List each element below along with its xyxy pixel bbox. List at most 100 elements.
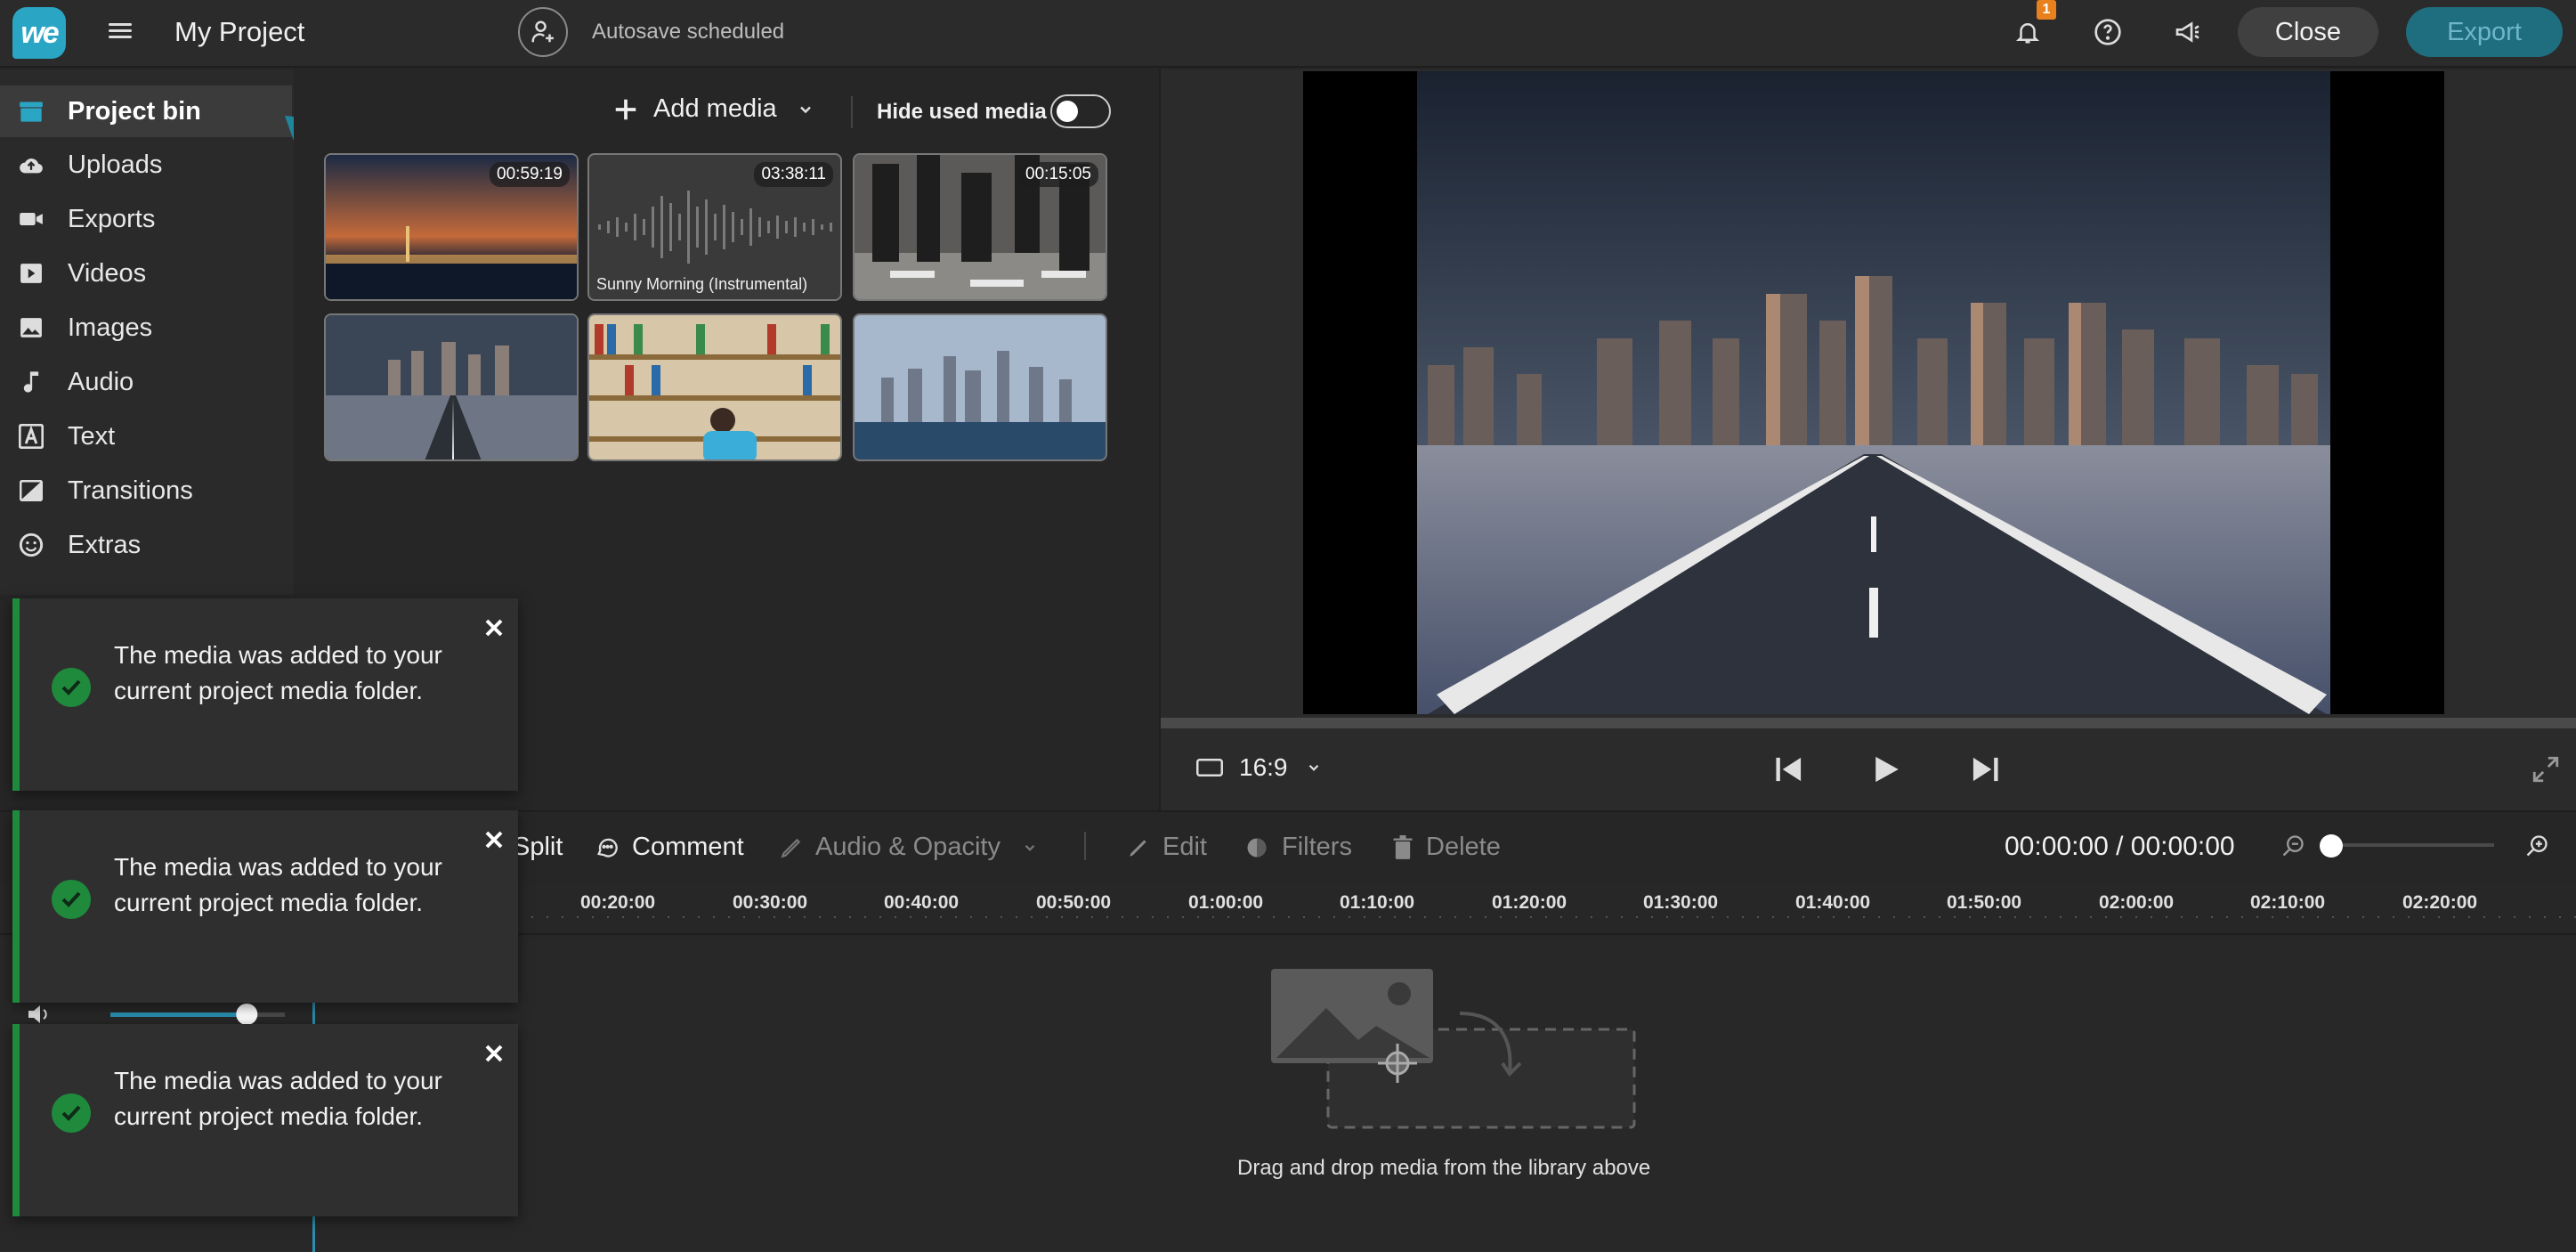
edit-button[interactable]: Edit <box>1127 833 1207 862</box>
app-logo[interactable]: we <box>12 7 66 59</box>
volume-slider <box>28 1004 297 1025</box>
pencil-icon <box>780 836 803 859</box>
add-media-button[interactable]: Add media <box>612 94 814 124</box>
skip-back-button[interactable] <box>1770 752 1809 787</box>
drop-hint-text: Drag and drop media from the library abo… <box>1237 1156 1651 1180</box>
edit-icon <box>1127 836 1150 859</box>
play-button[interactable] <box>1867 752 1907 787</box>
toast-message: The media was added to your current proj… <box>114 641 442 704</box>
ruler-tick-label: 00:20:00 <box>580 892 656 913</box>
skip-back-icon <box>1776 757 1802 782</box>
zoom-slider-handle[interactable] <box>2320 834 2343 858</box>
chevron-down-icon <box>1308 764 1318 771</box>
divider <box>851 96 853 128</box>
zoom-out-button[interactable] <box>2277 830 2309 862</box>
fullscreen-button[interactable] <box>2526 752 2565 787</box>
close-icon <box>485 619 503 637</box>
preview-progress-bar[interactable] <box>1161 718 2576 728</box>
notifications-button[interactable] <box>2012 16 2044 48</box>
top-bar: we My Project Autosave scheduled 1 Close… <box>0 0 2576 68</box>
skip-forward-button[interactable] <box>1965 752 2005 787</box>
media-thumbnail-skyline[interactable] <box>853 313 1107 461</box>
check-circle-icon <box>52 668 91 707</box>
ruler-tick-label: 01:40:00 <box>1795 892 1871 913</box>
cloud-upload-icon <box>18 151 45 178</box>
ruler-tick-label: 01:50:00 <box>1947 892 2022 913</box>
media-thumbnail-road-city[interactable] <box>324 313 579 461</box>
play-icon <box>1875 756 1899 783</box>
sidebar-item-audio[interactable]: Audio <box>0 356 292 408</box>
zoom-slider-track[interactable] <box>2329 843 2494 847</box>
sidebar-item-extras[interactable]: Extras <box>0 519 292 571</box>
toast-message: The media was added to your current proj… <box>114 853 442 916</box>
play-square-icon <box>18 260 45 287</box>
media-thumbnail-library[interactable] <box>587 313 842 461</box>
megaphone-icon <box>2175 21 2199 43</box>
skyline-image <box>855 315 1106 459</box>
close-icon <box>485 1045 503 1062</box>
media-thumbnail-crowd[interactable]: 00:15:05 <box>853 153 1107 301</box>
toast-close-button[interactable] <box>481 614 507 641</box>
zoom-out-icon <box>2282 835 2304 857</box>
text-icon <box>18 423 45 450</box>
media-thumbnail-audio[interactable]: 03:38:11 Sunny Morning (Instrumental) <box>587 153 842 301</box>
sidebar-item-text[interactable]: Text <box>0 411 292 462</box>
filters-icon <box>1244 835 1269 860</box>
bell-icon <box>2015 23 2040 44</box>
add-user-icon <box>531 20 554 43</box>
delete-button[interactable]: Delete <box>1392 833 1501 862</box>
media-thumbnail-city-night[interactable]: 00:59:19 <box>324 153 579 301</box>
help-button[interactable] <box>2092 16 2124 48</box>
media-duration: 00:59:19 <box>490 162 570 187</box>
media-duration: 03:38:11 <box>754 162 833 187</box>
preview-frame-image <box>1417 71 2330 714</box>
sidebar-item-project-bin[interactable]: Project bin <box>0 85 292 137</box>
invite-collaborator-button[interactable] <box>518 7 568 57</box>
ruler-tick-label: 02:00:00 <box>2099 892 2175 913</box>
ruler-tick-label: 00:40:00 <box>884 892 960 913</box>
skip-forward-icon <box>1973 757 1998 782</box>
aspect-ratio-selector[interactable]: 16:9 <box>1196 753 1322 782</box>
toast-close-button[interactable] <box>481 1040 507 1067</box>
project-title[interactable]: My Project <box>174 16 304 48</box>
ruler-tick-label: 02:10:00 <box>2250 892 2326 913</box>
success-toast: The media was added to your current proj… <box>12 1024 518 1216</box>
announcements-button[interactable] <box>2172 16 2204 48</box>
zoom-in-button[interactable] <box>2521 830 2553 862</box>
split-button[interactable]: Split <box>513 833 563 862</box>
chevron-down-icon <box>1025 844 1035 851</box>
export-button[interactable]: Export <box>2406 7 2563 57</box>
chevron-down-icon <box>799 106 811 113</box>
check-circle-icon <box>52 880 91 919</box>
comment-icon <box>595 835 620 860</box>
ruler-tick-label: 02:20:00 <box>2402 892 2478 913</box>
comment-button[interactable]: Comment <box>595 833 744 862</box>
sidebar-item-videos[interactable]: Videos <box>0 248 292 299</box>
notification-badge: 1 <box>2037 0 2056 20</box>
drag-drop-illustration-icon <box>1271 969 1636 1129</box>
sidebar-item-exports[interactable]: Exports <box>0 193 292 245</box>
toast-close-button[interactable] <box>481 826 507 853</box>
toast-message: The media was added to your current proj… <box>114 1067 442 1130</box>
audio-opacity-button[interactable]: Audio & Opacity <box>780 833 1038 862</box>
success-toast: The media was added to your current proj… <box>12 598 518 791</box>
aspect-ratio-icon <box>1196 759 1223 776</box>
image-icon <box>18 314 45 341</box>
sidebar-item-uploads[interactable]: Uploads <box>0 139 292 191</box>
ruler-tick-label: 01:10:00 <box>1340 892 1415 913</box>
sidebar-item-transitions[interactable]: Transitions <box>0 465 292 516</box>
ruler-tick-label: 01:00:00 <box>1188 892 1264 913</box>
success-toast: The media was added to your current proj… <box>12 810 518 1003</box>
sidebar-item-images[interactable]: Images <box>0 302 292 354</box>
close-icon <box>485 831 503 849</box>
media-title: Sunny Morning (Instrumental) <box>596 275 808 293</box>
road-city-image <box>326 315 577 459</box>
check-circle-icon <box>52 1093 91 1133</box>
menu-icon[interactable] <box>109 20 132 43</box>
close-button[interactable]: Close <box>2238 7 2378 57</box>
video-preview[interactable] <box>1303 71 2444 714</box>
filters-button[interactable]: Filters <box>1244 833 1352 862</box>
music-note-icon <box>18 369 45 395</box>
speaker-icon <box>28 1005 40 1023</box>
hide-used-media-toggle[interactable] <box>1050 94 1111 128</box>
